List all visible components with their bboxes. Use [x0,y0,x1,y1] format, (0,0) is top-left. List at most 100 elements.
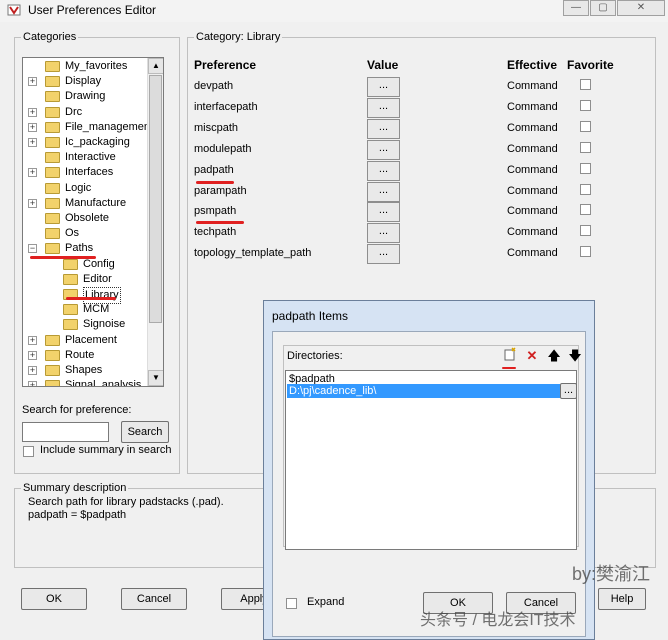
tree-item-label: Os [65,227,80,240]
expand-icon[interactable]: + [28,198,37,208]
expand-icon[interactable]: + [28,138,37,147]
tree-item-label: Signoise [83,318,126,331]
expand-icon[interactable]: + [28,107,37,117]
tree-item-label: Interfaces [65,166,114,179]
tree-item-label: Editor [83,272,112,285]
search-input[interactable] [22,422,109,442]
favorite-checkbox[interactable] [580,162,591,174]
minimize-button[interactable]: — [563,0,589,16]
folder-icon [45,76,60,88]
expand-icon[interactable]: + [28,366,37,375]
tree-scrollbar[interactable]: ▲ ▼ [147,58,163,386]
tree-item-label: Placement [65,333,117,346]
category-panel-legend: Category: Library [196,31,281,43]
title-bar: User Preferences Editor — ▢ ✕ [0,0,668,22]
folder-icon [45,182,60,194]
effective-value: Command [507,184,558,197]
ok-button[interactable]: OK [21,588,87,610]
folder-icon [45,167,60,179]
favorite-checkbox[interactable] [580,246,591,258]
favorite-checkbox[interactable] [580,204,591,216]
category-tree[interactable]: + Signal_analysis + Shapes + Route + Placement S… [22,57,164,387]
folder-icon [45,61,60,72]
value-button[interactable]: ... [367,223,400,244]
folder-icon [45,106,60,118]
expand-icon[interactable]: + [28,350,37,360]
value-button[interactable]: ... [367,118,400,139]
scroll-up-icon[interactable]: ▲ [148,58,163,74]
folder-icon [45,365,60,376]
directories-list[interactable]: $padpath D:\pj\cadence_lib\ ... [285,370,577,550]
folder-icon [63,258,78,270]
list-item-selected[interactable]: D:\pj\cadence_lib\ [287,384,560,398]
help-button[interactable]: Help [598,588,646,610]
expand-icon[interactable]: + [28,122,37,132]
folder-icon [45,243,60,255]
dialog-title: padpath Items [272,309,349,323]
value-button[interactable]: ... [367,181,400,202]
favorite-checkbox[interactable] [580,183,591,195]
value-button[interactable]: ... [367,97,400,118]
value-button[interactable]: ... [367,244,400,265]
value-button[interactable]: ... [367,77,400,97]
annotation-underline-psmpath [196,221,244,224]
include-summary-label: Include summary in search [40,444,172,456]
value-button[interactable]: ... [367,202,400,223]
effective-value: Command [507,226,558,239]
folder-icon [45,213,60,224]
folder-icon [63,304,78,316]
favorite-checkbox[interactable] [580,99,591,111]
expand-icon[interactable]: + [28,335,37,345]
tree-item-label: MCM [83,303,110,316]
value-button[interactable]: ... [367,139,400,160]
maximize-button[interactable]: ▢ [590,0,616,16]
preference-name: modulepath [194,142,252,155]
tree-item-label: Signal_analysis [65,379,142,387]
favorite-checkbox[interactable] [580,79,591,90]
scroll-thumb[interactable] [149,75,162,323]
favorite-checkbox[interactable] [580,225,591,237]
expand-label: Expand [307,596,345,608]
effective-value: Command [507,80,558,92]
new-item-icon[interactable] [501,347,519,365]
summary-line-2: padpath = $padpath [28,509,127,521]
directories-label: Directories: [287,350,343,362]
cancel-button[interactable]: Cancel [121,588,187,610]
tree-item-label: Shapes [65,364,103,376]
include-summary-checkbox[interactable] [23,446,34,457]
search-button[interactable]: Search [121,421,169,443]
move-down-icon[interactable]: 🡇 [566,347,584,365]
expand-icon[interactable]: + [28,381,37,386]
collapse-icon[interactable]: − [28,244,37,254]
favorite-checkbox[interactable] [580,141,591,153]
delete-icon[interactable]: ✕ [523,347,541,365]
folder-icon [63,273,78,285]
favorite-checkbox[interactable] [580,120,591,132]
value-button[interactable]: ... [367,160,400,181]
folder-icon [45,380,60,386]
browse-button[interactable]: ... [560,383,577,399]
folder-icon [45,121,60,133]
folder-icon [63,319,78,331]
tree-item-label: Drc [65,105,83,118]
scroll-down-icon[interactable]: ▼ [148,370,163,386]
preference-name: topology_template_path [194,247,312,260]
tree-item-label: Library [83,287,121,304]
tree-item-label: Paths [65,242,94,255]
search-label: Search for preference: [22,404,132,416]
folder-icon [45,91,60,103]
watermark-byline: by:樊渝江 [572,564,651,584]
preference-name: parampath [194,184,247,197]
summary-line-1: Search path for library padstacks (.pad)… [28,496,224,508]
close-button[interactable]: ✕ [617,0,665,16]
tree-item-label: Display [65,75,102,88]
expand-icon[interactable]: + [28,77,37,87]
expand-checkbox[interactable] [286,598,297,609]
padpath-items-dialog: padpath Items Directories: ✕ 🡅 🡇 $padpat… [263,300,595,640]
tree-item-label: Drawing [65,90,106,103]
folder-icon [45,334,60,346]
value-header: Value [367,58,399,72]
annotation-underline-library [66,297,116,300]
move-up-icon[interactable]: 🡅 [545,347,563,365]
expand-icon[interactable]: + [28,168,37,178]
